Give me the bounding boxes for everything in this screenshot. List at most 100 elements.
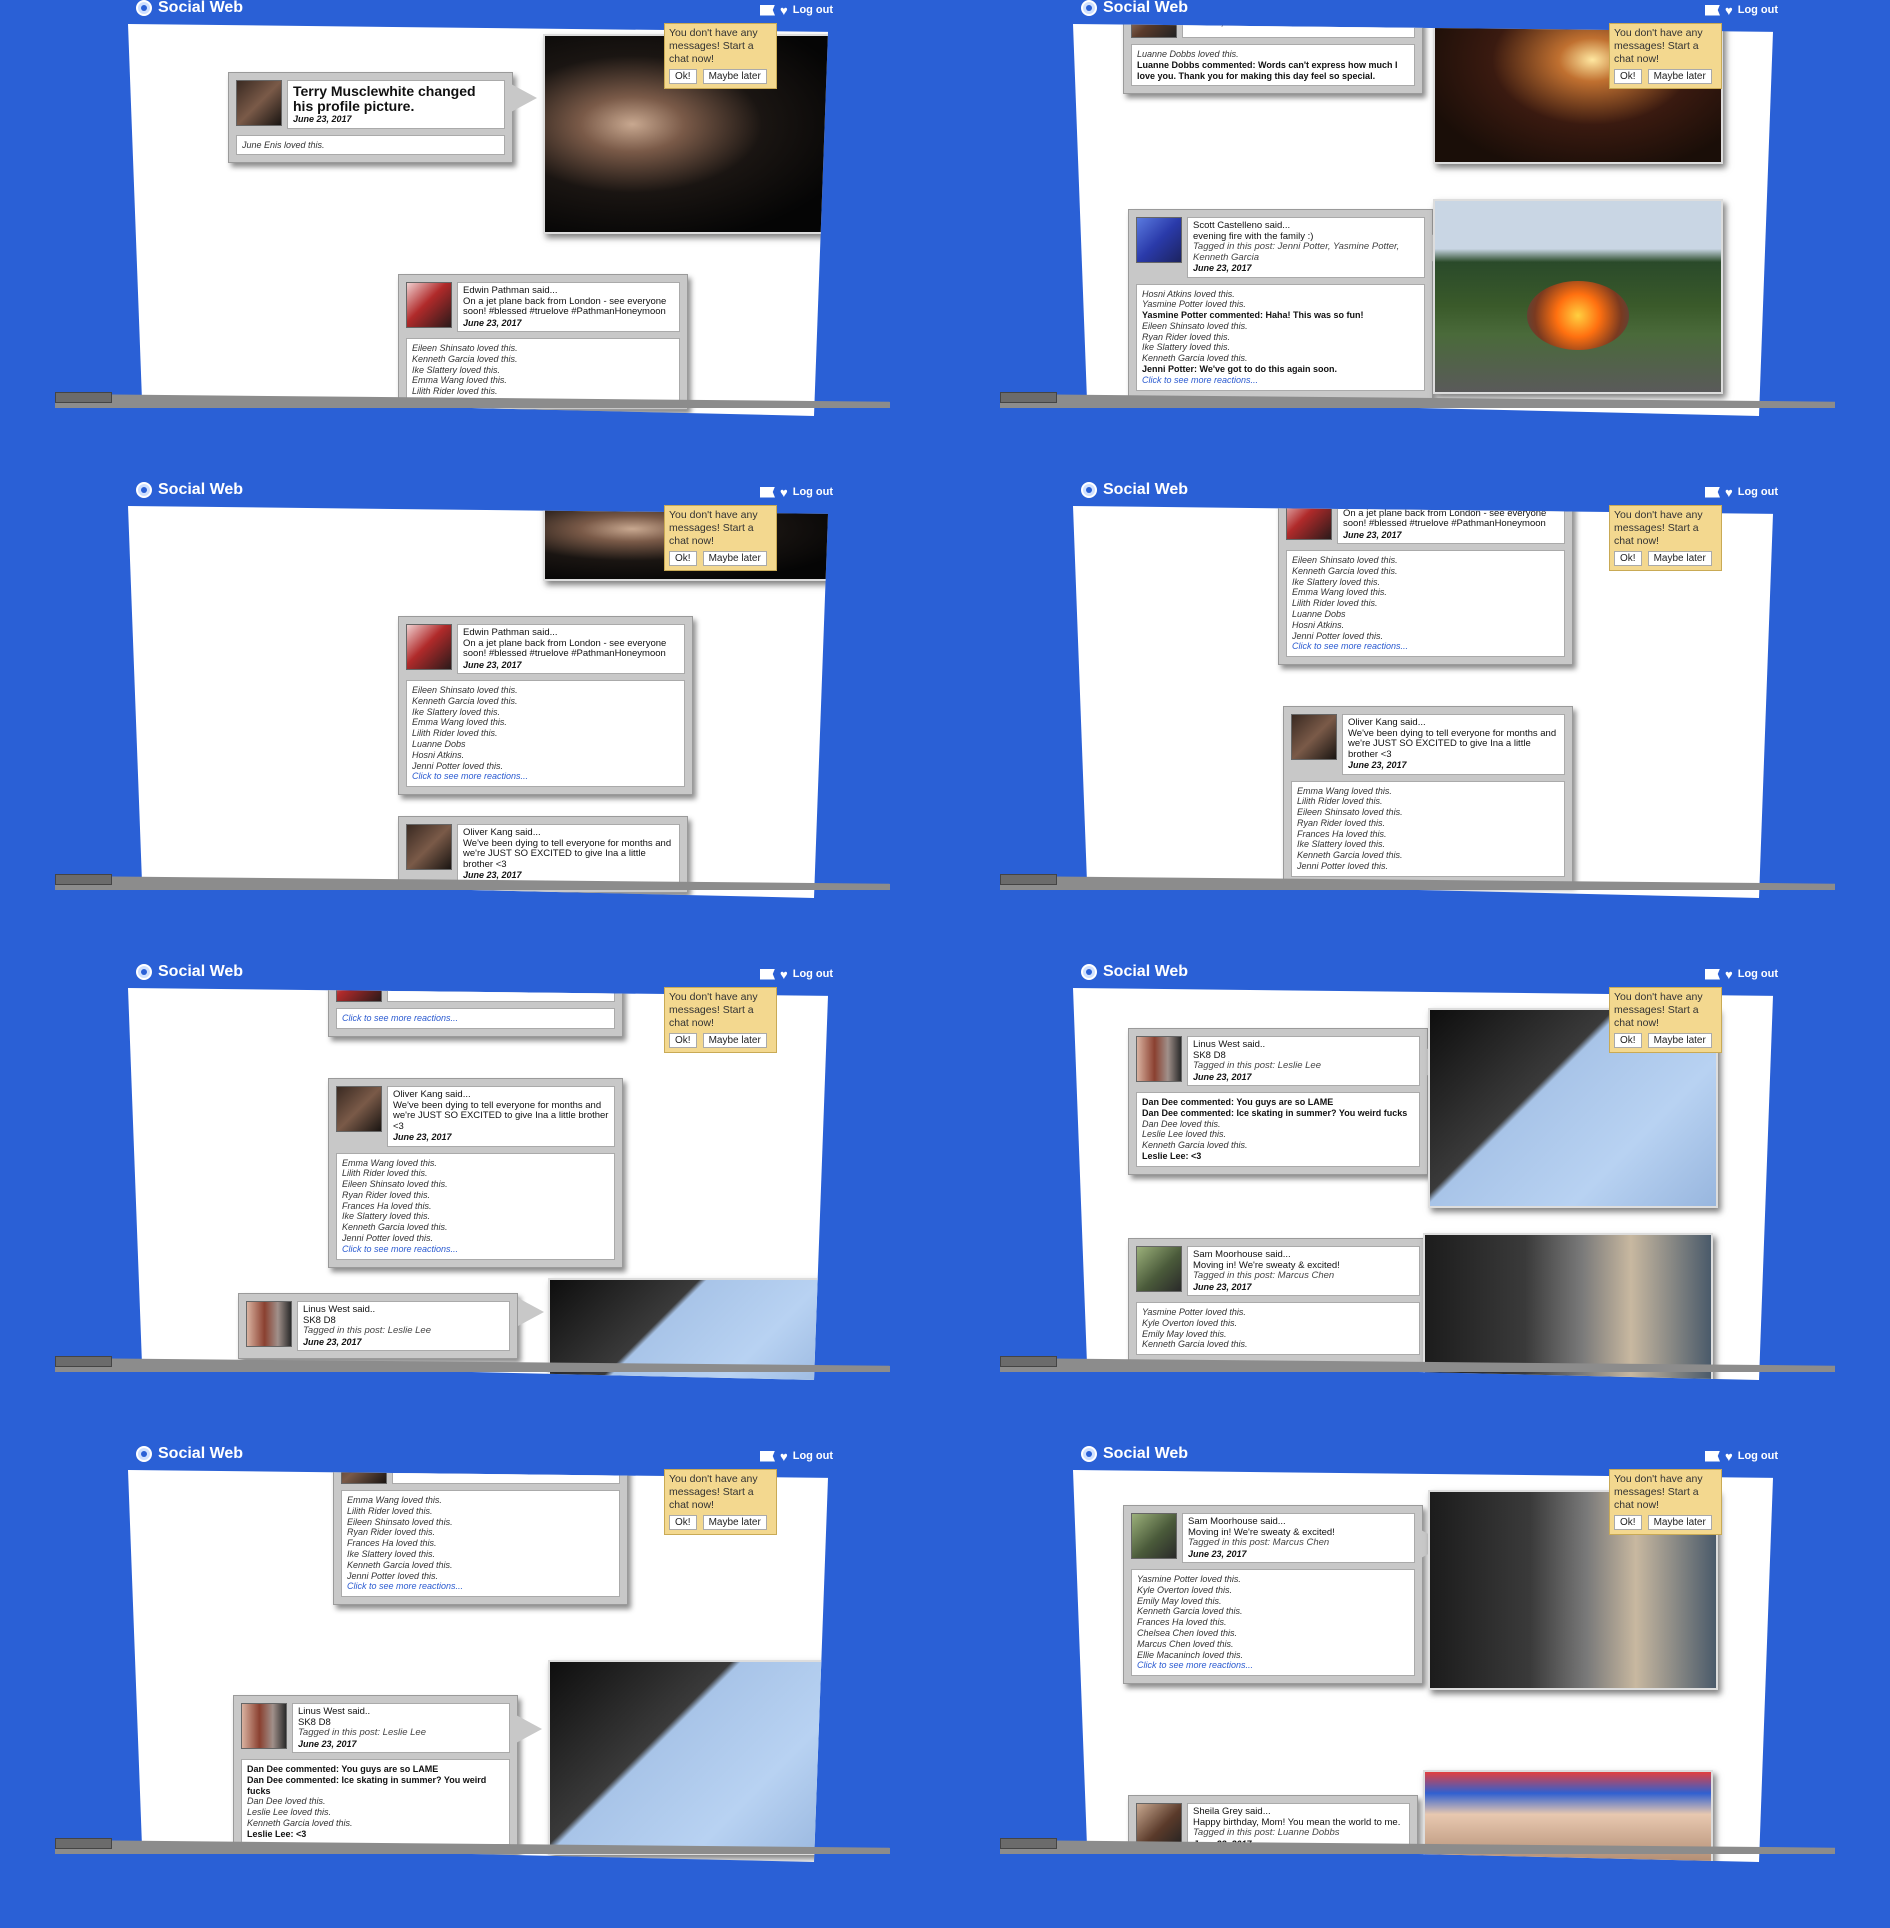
avatar[interactable]: [236, 80, 282, 126]
ok-button[interactable]: Ok!: [1614, 69, 1642, 84]
post-header: Edwin Pathman said...On a jet plane back…: [406, 624, 685, 674]
brand[interactable]: Social Web: [1081, 0, 1188, 17]
notifications-heart-icon[interactable]: ♥: [1725, 1450, 1733, 1463]
messages-flag-icon[interactable]: [760, 486, 775, 498]
scroll-handle[interactable]: [1000, 1356, 1057, 1367]
maybe-later-button[interactable]: Maybe later: [1647, 69, 1712, 84]
ok-button[interactable]: Ok!: [669, 1033, 697, 1048]
see-more-reactions-link[interactable]: Click to see more reactions...: [1142, 375, 1419, 386]
avatar[interactable]: [1286, 506, 1332, 540]
notifications-heart-icon[interactable]: ♥: [1725, 4, 1733, 17]
messages-flag-icon[interactable]: [760, 1450, 775, 1462]
chat-notice-text: You don't have any messages! Start a cha…: [669, 509, 758, 547]
scroll-handle[interactable]: [55, 392, 112, 403]
see-more-reactions-link[interactable]: Click to see more reactions...: [342, 1244, 609, 1255]
messages-flag-icon[interactable]: [1705, 1450, 1720, 1462]
ok-button[interactable]: Ok!: [669, 551, 697, 566]
avatar[interactable]: [406, 824, 452, 870]
moving-in-photo[interactable]: [1423, 1233, 1713, 1380]
notifications-heart-icon[interactable]: ♥: [1725, 486, 1733, 499]
ok-button[interactable]: Ok!: [669, 69, 697, 84]
comment-line: Leslie Lee: <3: [247, 1828, 307, 1839]
reaction-line: Luanne Dobs: [1292, 608, 1346, 619]
logout-link[interactable]: Log out: [793, 968, 833, 980]
chat-notice: You don't have any messages! Start a cha…: [664, 987, 777, 1053]
avatar[interactable]: [1136, 1246, 1182, 1292]
reaction-line: Kenneth Garcia loved this.: [347, 1559, 453, 1570]
chat-notice-text: You don't have any messages! Start a cha…: [1614, 27, 1703, 65]
avatar[interactable]: [406, 282, 452, 328]
ok-button[interactable]: Ok!: [669, 1515, 697, 1530]
reactions: Dan Dee commented: You guys are so LAME D…: [241, 1759, 510, 1845]
see-more-reactions-link[interactable]: Click to see more reactions...: [1137, 1660, 1409, 1671]
avatar[interactable]: [1291, 714, 1337, 760]
maybe-later-button[interactable]: Maybe later: [702, 1515, 767, 1530]
avatar[interactable]: [241, 1703, 287, 1749]
messages-flag-icon[interactable]: [760, 968, 775, 980]
ok-button[interactable]: Ok!: [1614, 551, 1642, 566]
logout-link[interactable]: Log out: [793, 1450, 833, 1462]
maybe-later-button[interactable]: Maybe later: [702, 69, 767, 84]
messages-flag-icon[interactable]: [1705, 486, 1720, 498]
brand[interactable]: Social Web: [1081, 1445, 1188, 1463]
maybe-later-button[interactable]: Maybe later: [702, 1033, 767, 1048]
notifications-heart-icon[interactable]: ♥: [780, 486, 788, 499]
scroll-handle[interactable]: [1000, 874, 1057, 885]
comment-line: Dan Dee commented: Ice skating in summer…: [1142, 1107, 1408, 1118]
logout-link[interactable]: Log out: [1738, 1450, 1778, 1462]
maybe-later-button[interactable]: Maybe later: [1647, 1033, 1712, 1048]
campfire-photo[interactable]: [1433, 199, 1723, 394]
messages-flag-icon[interactable]: [760, 4, 775, 16]
reaction-line: Kenneth Garcia loved this.: [1142, 1140, 1248, 1151]
avatar[interactable]: [1136, 1036, 1182, 1082]
messages-flag-icon[interactable]: [1705, 968, 1720, 980]
chat-notice-text: You don't have any messages! Start a cha…: [1614, 1473, 1703, 1511]
see-more-reactions-link[interactable]: Click to see more reactions...: [342, 1013, 609, 1024]
reaction-line: Kenneth Garcia loved this.: [1297, 850, 1403, 861]
avatar[interactable]: [1131, 1513, 1177, 1559]
chat-notice: You don't have any messages! Start a cha…: [664, 23, 777, 89]
brand[interactable]: Social Web: [136, 963, 243, 981]
messages-flag-icon[interactable]: [1705, 4, 1720, 16]
notifications-heart-icon[interactable]: ♥: [1725, 968, 1733, 981]
brand[interactable]: Social Web: [1081, 481, 1188, 499]
scroll-handle[interactable]: [55, 874, 112, 885]
ok-button[interactable]: Ok!: [1614, 1033, 1642, 1048]
ok-button[interactable]: Ok!: [1614, 1515, 1642, 1530]
maybe-later-button[interactable]: Maybe later: [1647, 551, 1712, 566]
brand[interactable]: Social Web: [136, 481, 243, 499]
logout-link[interactable]: Log out: [793, 486, 833, 498]
skate-photo[interactable]: [548, 1660, 828, 1855]
maybe-later-button[interactable]: Maybe later: [702, 551, 767, 566]
logout-link[interactable]: Log out: [1738, 486, 1778, 498]
brand-name: Social Web: [1103, 963, 1189, 980]
brand[interactable]: Social Web: [136, 1445, 243, 1463]
scroll-handle[interactable]: [1000, 1838, 1057, 1849]
brand[interactable]: Social Web: [1081, 963, 1188, 981]
see-more-reactions-link[interactable]: Click to see more reactions...: [412, 771, 679, 782]
logout-link[interactable]: Log out: [1738, 4, 1778, 16]
notifications-heart-icon[interactable]: ♥: [780, 4, 788, 17]
post-author: Edwin Pathman said...: [463, 627, 558, 638]
avatar[interactable]: [336, 1086, 382, 1132]
top-right-actions: ♥ Log out: [760, 968, 833, 981]
avatar[interactable]: [1136, 217, 1182, 263]
logout-link[interactable]: Log out: [1738, 968, 1778, 980]
scroll-handle[interactable]: [55, 1356, 112, 1367]
post-card: world to me.Tagged in this post: Luanne …: [1123, 24, 1423, 95]
brand[interactable]: Social Web: [136, 0, 243, 17]
see-more-reactions-link[interactable]: Click to see more reactions...: [347, 1581, 614, 1592]
scroll-handle[interactable]: [55, 1838, 112, 1849]
scroll-handle[interactable]: [1000, 392, 1057, 403]
reaction-line: Ryan Rider loved this.: [347, 1527, 436, 1538]
notifications-heart-icon[interactable]: ♥: [780, 1450, 788, 1463]
see-more-reactions-link[interactable]: Click to see more reactions...: [1292, 641, 1559, 652]
post-card: Sam Moorhouse said... Moving in! We're sw…: [1128, 1238, 1428, 1364]
notifications-heart-icon[interactable]: ♥: [780, 968, 788, 981]
reactions: Luanne Dobbs loved this. Luanne Dobbs com…: [1131, 44, 1415, 87]
avatar[interactable]: [406, 624, 452, 670]
logout-link[interactable]: Log out: [793, 4, 833, 16]
avatar[interactable]: [1131, 24, 1177, 38]
maybe-later-button[interactable]: Maybe later: [1647, 1515, 1712, 1530]
avatar[interactable]: [246, 1301, 292, 1347]
